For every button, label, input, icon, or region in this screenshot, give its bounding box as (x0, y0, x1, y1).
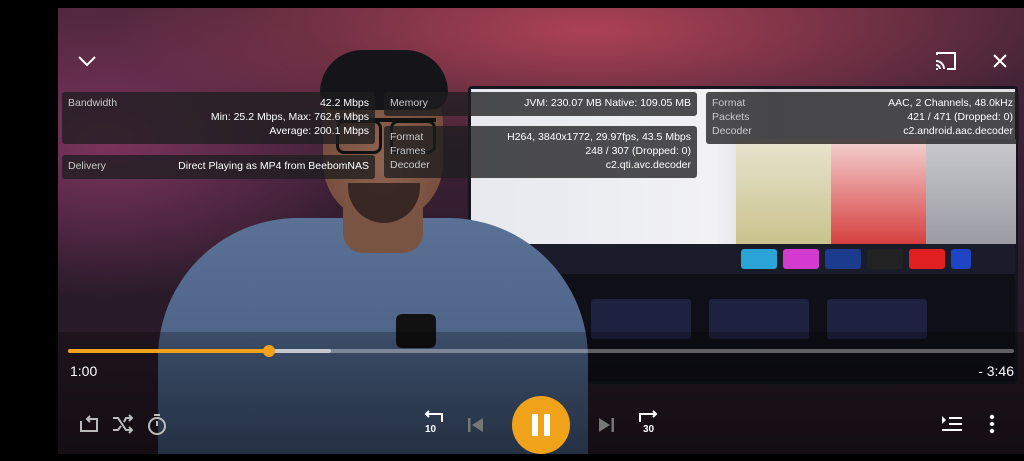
stats-label: Packets (712, 111, 750, 123)
cast-icon[interactable] (932, 48, 960, 74)
repeat-icon[interactable] (76, 411, 102, 437)
stats-bandwidth-panel: Bandwidth 42.2 Mbps Min: 25.2 Mbps, Max:… (62, 92, 375, 144)
audio-format-value: AAC, 2 Channels, 48.0kHz (888, 97, 1013, 109)
stats-label: Bandwidth (68, 97, 118, 109)
shuffle-icon[interactable] (110, 411, 136, 437)
bandwidth-min-max: Min: 25.2 Mbps, Max: 762.6 Mbps (210, 111, 369, 123)
seek-progress (68, 349, 269, 353)
more-options-icon[interactable] (982, 412, 1002, 436)
stats-label: Decoder (390, 159, 430, 171)
stats-label: Decoder (712, 125, 752, 137)
remaining-time: - 3:46 (978, 363, 1014, 379)
next-icon[interactable] (594, 413, 618, 437)
sleep-timer-icon[interactable] (144, 411, 170, 437)
pause-icon (532, 414, 538, 436)
video-frames-value: 248 / 307 (Dropped: 0) (585, 145, 691, 157)
bandwidth-current: 42.2 Mbps (319, 97, 369, 109)
video-format-value: H264, 3840x1772, 29.97fps, 43.5 Mbps (507, 131, 691, 143)
delivery-value: Direct Playing as MP4 from BeebomNAS (178, 160, 369, 172)
forward-30-icon[interactable]: 30 (634, 410, 664, 440)
bandwidth-average: Average: 200.1 Mbps (269, 125, 369, 137)
queue-icon[interactable] (938, 412, 966, 436)
previous-icon[interactable] (464, 413, 488, 437)
stats-label: Delivery (68, 160, 106, 172)
audio-decoder-value: c2.android.aac.decoder (903, 125, 1013, 137)
seek-bar[interactable] (68, 345, 1014, 357)
forward-seconds: 30 (643, 424, 655, 435)
stats-video-panel: Format H264, 3840x1772, 29.97fps, 43.5 M… (384, 126, 697, 178)
stats-label: Frames (390, 145, 426, 157)
stats-delivery-panel: Delivery Direct Playing as MP4 from Beeb… (62, 155, 375, 179)
pause-button[interactable] (512, 396, 570, 454)
chevron-down-icon[interactable] (74, 48, 100, 74)
stats-memory-panel: Memory JVM: 230.07 MB Native: 109.05 MB (384, 92, 697, 116)
stats-label: Format (712, 97, 746, 109)
video-decoder-value: c2.qti.avc.decoder (605, 159, 691, 171)
rewind-10-icon[interactable]: 10 (420, 410, 450, 440)
close-icon[interactable] (987, 48, 1013, 74)
seek-thumb[interactable] (262, 345, 275, 357)
audio-packets-value: 421 / 471 (Dropped: 0) (907, 111, 1013, 123)
rewind-seconds: 10 (425, 424, 437, 435)
stats-label: Memory (390, 97, 428, 109)
elapsed-time: 1:00 (70, 363, 98, 379)
memory-value: JVM: 230.07 MB Native: 109.05 MB (524, 97, 691, 109)
stats-audio-panel: Format AAC, 2 Channels, 48.0kHz Packets … (706, 92, 1019, 144)
stats-label: Format (390, 131, 424, 143)
